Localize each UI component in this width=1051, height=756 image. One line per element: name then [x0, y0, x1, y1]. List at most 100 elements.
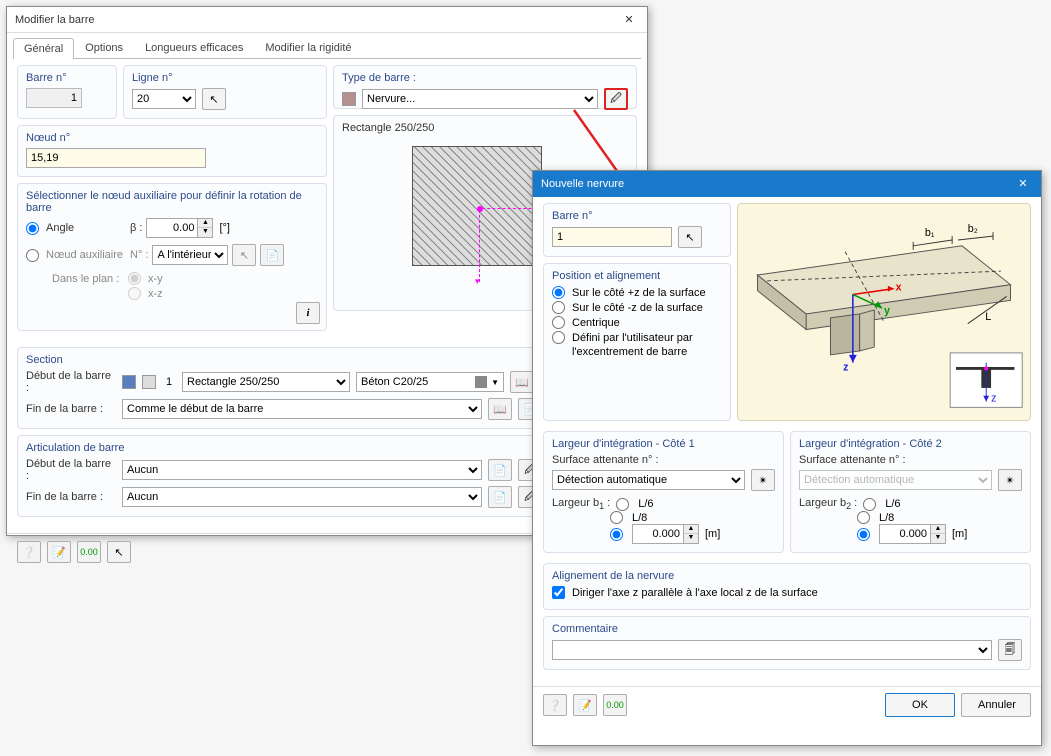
rib-pick-member-icon[interactable]: ↖ — [678, 226, 702, 248]
surface1-pick-icon[interactable]: ✴ — [751, 469, 775, 491]
rib-units-icon[interactable]: 0.00 — [603, 694, 627, 716]
info-icon[interactable]: i — [296, 302, 320, 324]
w1-l8-label: L/8 — [632, 512, 647, 524]
width1-label: Largeur b1 : — [552, 497, 610, 511]
tab-lengths[interactable]: Longueurs efficaces — [134, 37, 254, 58]
end-section-label: Fin de la barre : — [26, 403, 116, 415]
tab-strip: Général Options Longueurs efficaces Modi… — [13, 37, 641, 59]
plan-xz-radio — [128, 287, 141, 300]
rib-dialog-title: Nouvelle nervure — [541, 171, 624, 197]
comment-select[interactable] — [552, 640, 992, 660]
svg-text:y: y — [884, 305, 890, 317]
line-no-label: Ligne n° — [132, 72, 318, 84]
member-no-label: Barre n° — [26, 72, 108, 84]
dialog-title: Modifier la barre — [15, 7, 94, 33]
pos-user-label: Défini par l'utilisateur par l'excentrem… — [572, 331, 722, 360]
svg-text:z: z — [843, 361, 848, 373]
end-section-select[interactable]: Comme le début de la barre — [122, 399, 482, 419]
width2-title: Largeur d'intégration - Côté 2 — [799, 438, 1022, 450]
node-no-field[interactable] — [26, 148, 206, 168]
svg-text:z: z — [991, 393, 996, 405]
spin-down-icon[interactable]: ▼ — [198, 228, 212, 237]
pick-icon[interactable]: ↖ — [107, 541, 131, 563]
start-section-label: Début de la barre : — [26, 370, 116, 394]
rib-help-icon[interactable]: ❔ — [543, 694, 567, 716]
hinge-end-new-icon[interactable]: 📄 — [488, 486, 512, 508]
svg-text:x: x — [896, 282, 902, 294]
rib-note-icon[interactable]: 📝 — [573, 694, 597, 716]
node-no-label: Nœud n° — [26, 132, 318, 144]
rib-member-no-field[interactable] — [552, 227, 672, 247]
edit-type-button[interactable]: 🖉 — [604, 88, 628, 110]
align-z-checkbox[interactable] — [552, 586, 565, 599]
aux-node-select[interactable]: A l'intérieur — [152, 245, 228, 265]
pos-minus-z-radio[interactable] — [552, 301, 565, 314]
pos-centric-radio[interactable] — [552, 316, 565, 329]
svg-text:b₁: b₁ — [925, 227, 935, 239]
pick-aux-icon[interactable]: ↖ — [232, 244, 256, 266]
w1-l6-label: L/6 — [638, 498, 653, 510]
plan-xy-radio — [128, 272, 141, 285]
pos-user-radio[interactable] — [552, 331, 565, 344]
member-type-select[interactable]: Nervure... — [362, 89, 598, 109]
end-lib-icon[interactable]: 📖 — [488, 398, 512, 420]
angle-radio[interactable] — [26, 222, 39, 235]
rib-align-title: Alignement de la nervure — [552, 570, 1022, 582]
surface1-select[interactable]: Détection automatique — [552, 470, 745, 490]
rib-title-bar: Nouvelle nervure ✕ — [533, 171, 1041, 197]
help-icon[interactable]: ❔ — [17, 541, 41, 563]
width2-label: Largeur b2 : — [799, 497, 857, 511]
tab-options[interactable]: Options — [74, 37, 134, 58]
note-icon[interactable]: 📝 — [47, 541, 71, 563]
w1-custom-radio[interactable] — [610, 528, 623, 541]
spin-up-icon[interactable]: ▲ — [198, 219, 212, 228]
member-no-field — [26, 88, 82, 108]
w1-l8-radio[interactable] — [610, 511, 623, 524]
svg-text:b₂: b₂ — [968, 223, 978, 235]
rib-close-icon[interactable]: ✕ — [1013, 171, 1033, 197]
start-section-select[interactable]: Rectangle 250/250 — [182, 372, 350, 392]
plan-xy-label: x-y — [148, 273, 163, 285]
w1-value[interactable] — [632, 524, 684, 544]
surface2-pick-icon[interactable]: ✴ — [998, 469, 1022, 491]
align-z-label: Diriger l'axe z parallèle à l'axe local … — [572, 587, 818, 599]
aux-node-title: Sélectionner le nœud auxiliaire pour déf… — [26, 190, 318, 214]
units-icon[interactable]: 0.00 — [77, 541, 101, 563]
new-aux-icon[interactable]: 📄 — [260, 244, 284, 266]
pos-centric-label: Centrique — [572, 317, 620, 329]
pick-line-icon[interactable]: ↖ — [202, 88, 226, 110]
comment-title: Commentaire — [552, 623, 1022, 635]
aux-node-radio[interactable] — [26, 249, 39, 262]
w1-unit: [m] — [705, 528, 720, 540]
aux-node-label: Nœud auxiliaire — [46, 249, 126, 261]
angle-unit: [°] — [219, 222, 230, 234]
w2-value[interactable] — [879, 524, 931, 544]
close-icon[interactable]: ✕ — [619, 7, 639, 33]
section-lib-icon[interactable]: 📖 — [510, 371, 534, 393]
surface1-label: Surface attenante n° : — [552, 454, 775, 466]
section-index: 1 — [162, 376, 176, 388]
type-color-swatch — [342, 92, 356, 106]
w2-l6-radio[interactable] — [863, 498, 876, 511]
beta-label: β : — [130, 222, 142, 234]
rib-member-no-label: Barre n° — [552, 210, 722, 222]
position-title: Position et alignement — [552, 270, 722, 282]
pos-plus-z-radio[interactable] — [552, 286, 565, 299]
angle-value[interactable] — [146, 218, 198, 238]
rib-ok-button[interactable]: OK — [885, 693, 955, 717]
plan-xz-label: x-z — [148, 288, 163, 300]
hinge-start-select[interactable]: Aucun — [122, 460, 482, 480]
pos-plus-z-label: Sur le côté +z de la surface — [572, 287, 706, 299]
hinge-start-new-icon[interactable]: 📄 — [488, 459, 512, 481]
tab-general[interactable]: Général — [13, 38, 74, 59]
plan-label: Dans le plan : — [52, 273, 124, 285]
tab-rigidity[interactable]: Modifier la rigidité — [254, 37, 362, 58]
w2-custom-radio[interactable] — [857, 528, 870, 541]
pos-minus-z-label: Sur le côté -z de la surface — [572, 302, 703, 314]
rib-cancel-button[interactable]: Annuler — [961, 693, 1031, 717]
line-no-select[interactable]: 20 — [132, 89, 196, 109]
w1-l6-radio[interactable] — [616, 498, 629, 511]
comment-lib-icon[interactable]: 🗐 — [998, 639, 1022, 661]
hinge-end-select[interactable]: Aucun — [122, 487, 482, 507]
w2-l8-radio[interactable] — [857, 511, 870, 524]
